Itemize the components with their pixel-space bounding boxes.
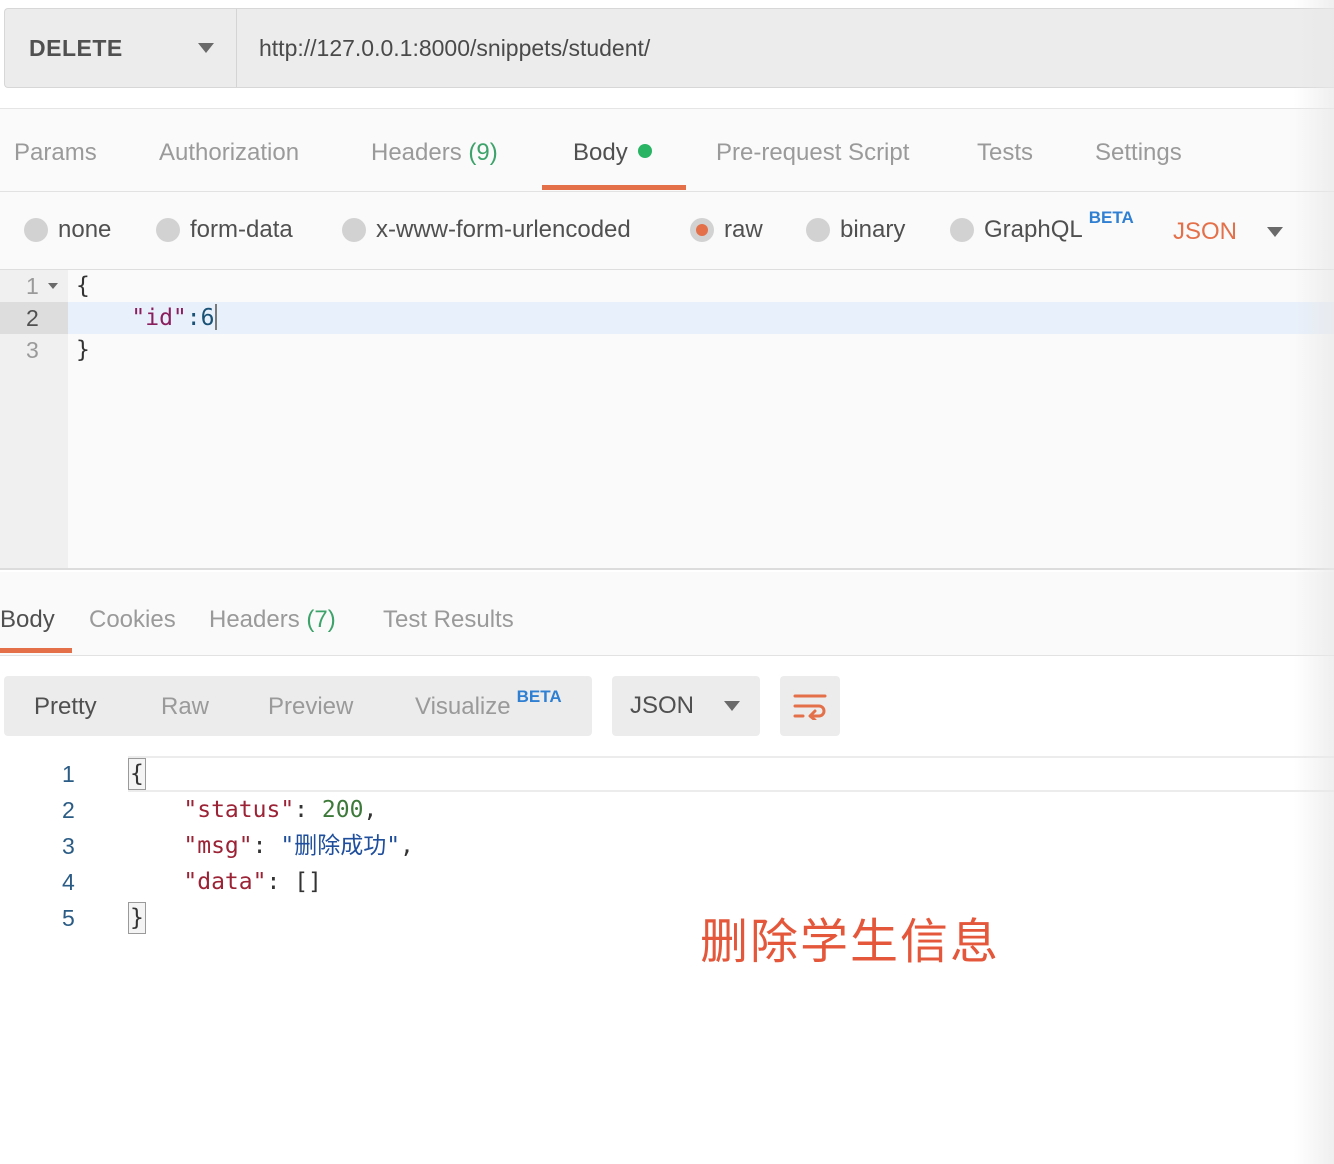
- line-number: 3: [26, 337, 39, 363]
- headers-count: (9): [468, 139, 498, 166]
- code-line: "id":6: [76, 302, 218, 334]
- radio-none[interactable]: none: [24, 216, 111, 244]
- url-input[interactable]: http://127.0.0.1:8000/snippets/student/: [237, 9, 1334, 87]
- text-cursor: [215, 304, 218, 330]
- body-modified-dot-icon: [637, 144, 652, 158]
- annotation-label: 删除学生信息: [700, 914, 1001, 970]
- response-tab-body[interactable]: Body: [0, 606, 55, 634]
- body-type-options: none form-data x-www-form-urlencoded raw…: [0, 192, 1334, 270]
- radio-circle-icon: [950, 218, 974, 242]
- matched-brace: }: [128, 902, 146, 934]
- tab-body[interactable]: Body: [573, 139, 652, 167]
- response-headers-count: (7): [306, 606, 336, 633]
- matched-brace: {: [128, 758, 146, 790]
- line-number: 2: [62, 797, 75, 823]
- tab-pre-request-script[interactable]: Pre-request Script: [716, 139, 909, 167]
- radio-raw[interactable]: raw: [690, 216, 763, 244]
- tab-settings[interactable]: Settings: [1095, 139, 1182, 167]
- view-visualize-button[interactable]: Visualize BETA: [415, 687, 562, 721]
- response-format-label: JSON: [630, 692, 695, 719]
- request-url-bar: DELETE http://127.0.0.1:8000/snippets/st…: [4, 8, 1334, 88]
- response-tab-test-results[interactable]: Test Results: [383, 606, 514, 634]
- code-line: {: [76, 273, 90, 299]
- response-tab-headers[interactable]: Headers (7): [209, 606, 336, 634]
- view-pretty-button[interactable]: Pretty: [34, 693, 97, 721]
- request-tabs: Params Authorization Headers (9) Body Pr…: [0, 108, 1334, 192]
- code-line: "data": []: [183, 869, 322, 895]
- radio-x-www-form-urlencoded[interactable]: x-www-form-urlencoded: [342, 216, 631, 244]
- code-line: "status": 200,: [183, 797, 378, 823]
- active-line-highlight: [128, 756, 1334, 792]
- radio-binary[interactable]: binary: [806, 216, 905, 244]
- chevron-down-icon: [1267, 227, 1284, 237]
- active-line-highlight: [68, 302, 1334, 334]
- chevron-down-icon: [198, 43, 214, 53]
- code-line: }: [128, 900, 146, 936]
- tab-headers[interactable]: Headers (9): [371, 139, 498, 167]
- line-number: 3: [62, 833, 75, 859]
- method-select[interactable]: DELETE: [5, 9, 237, 87]
- beta-badge: BETA: [516, 687, 562, 706]
- beta-badge: BETA: [1088, 208, 1134, 227]
- active-tab-indicator: [542, 185, 686, 190]
- radio-graphql[interactable]: GraphQL BETA: [950, 208, 1134, 244]
- line-number: 5: [62, 905, 75, 931]
- line-number: 4: [62, 869, 75, 895]
- chevron-down-icon: [724, 701, 741, 711]
- tab-tests[interactable]: Tests: [977, 139, 1033, 167]
- response-tabs: Body Cookies Headers (7) Test Results: [0, 572, 1334, 656]
- response-tab-cookies[interactable]: Cookies: [89, 606, 176, 634]
- code-line: }: [76, 337, 90, 363]
- wrap-lines-icon: [793, 694, 827, 720]
- tab-authorization[interactable]: Authorization: [159, 139, 299, 167]
- radio-circle-icon: [24, 218, 48, 242]
- response-format-select[interactable]: JSON: [612, 676, 760, 736]
- radio-form-data[interactable]: form-data: [156, 216, 293, 244]
- fold-caret-icon[interactable]: [48, 283, 58, 289]
- radio-circle-icon: [342, 218, 366, 242]
- radio-circle-icon: [806, 218, 830, 242]
- radio-selected-icon: [690, 218, 714, 242]
- line-number: 2: [0, 302, 68, 334]
- body-format-select[interactable]: JSON: [1173, 218, 1284, 246]
- code-line: {: [128, 756, 146, 792]
- code-line: "msg": "删除成功",: [183, 833, 414, 859]
- body-format-label: JSON: [1173, 218, 1238, 245]
- response-body-viewer[interactable]: 1 2 3 4 5 { "status": 200, "msg": "删除成功"…: [0, 756, 1334, 1164]
- active-response-tab-indicator: [0, 648, 72, 653]
- view-preview-button[interactable]: Preview: [268, 693, 353, 721]
- response-view-modes: Pretty Raw Preview Visualize BETA: [4, 676, 592, 736]
- tab-params[interactable]: Params: [14, 139, 97, 167]
- line-number: 1: [62, 761, 75, 787]
- wrap-lines-button[interactable]: [780, 676, 840, 736]
- request-body-editor[interactable]: 1 2 3 { "id":6 }: [0, 270, 1334, 570]
- view-raw-button[interactable]: Raw: [161, 693, 209, 721]
- radio-circle-icon: [156, 218, 180, 242]
- method-label: DELETE: [29, 34, 123, 61]
